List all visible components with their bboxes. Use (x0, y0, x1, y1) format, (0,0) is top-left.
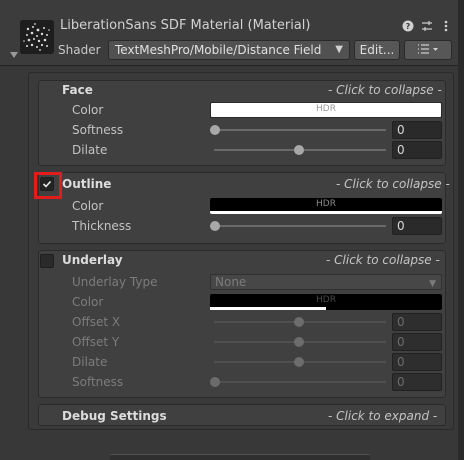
outline-color-label: Color (72, 199, 104, 213)
underlay-dilate-handle[interactable] (294, 357, 304, 367)
underlay-offset-x-handle[interactable] (294, 317, 304, 327)
edit-shader-button[interactable]: Edit... (354, 40, 400, 60)
outline-thickness-input[interactable]: 0 (392, 217, 442, 235)
underlay-type-value: None (215, 275, 247, 289)
face-softness-handle[interactable] (210, 125, 220, 135)
kebab-menu-icon[interactable] (439, 19, 452, 33)
outline-thickness-handle[interactable] (210, 221, 220, 231)
window-edge (458, 0, 464, 460)
face-color-field[interactable]: HDR (210, 102, 442, 118)
underlay-offset-y-input[interactable]: 0 (392, 333, 442, 351)
outline-thickness-track[interactable] (214, 225, 386, 227)
underlay-offset-x-label: Offset X (72, 315, 121, 329)
hdr-label: HDR (316, 199, 336, 209)
underlay-dilate-label: Dilate (72, 355, 108, 369)
underlay-softness-label: Softness (72, 375, 124, 389)
underlay-offset-y-handle[interactable] (294, 337, 304, 347)
face-dilate-input[interactable]: 0 (392, 141, 442, 159)
face-collapse-link[interactable]: - Click to collapse - (328, 83, 442, 97)
shader-label: Shader (58, 43, 101, 57)
highlight-box (34, 172, 62, 199)
list-menu-button[interactable] (404, 40, 452, 60)
underlay-softness-track[interactable] (214, 381, 386, 383)
help-icon[interactable]: ? (402, 19, 415, 33)
header-icons: ? (402, 18, 452, 34)
hdr-label: HDR (316, 104, 336, 114)
shader-value: TextMeshPro/Mobile/Distance Field (115, 43, 322, 57)
chevron-down-icon: ▼ (429, 279, 436, 289)
face-dilate-handle[interactable] (294, 145, 304, 155)
debug-expand-link[interactable]: - Click to expand - (328, 409, 437, 423)
svg-text:?: ? (406, 22, 411, 31)
foldout-arrow-icon[interactable] (10, 52, 18, 58)
face-softness-track[interactable] (214, 129, 386, 131)
face-color-label: Color (72, 103, 104, 117)
underlay-enable-checkbox[interactable] (40, 254, 54, 268)
outline-collapse-link[interactable]: - Click to collapse - (336, 177, 450, 191)
hdr-label: HDR (316, 295, 336, 305)
outline-title[interactable]: Outline (62, 177, 111, 191)
underlay-dilate-input[interactable]: 0 (392, 353, 442, 371)
face-softness-input[interactable]: 0 (392, 121, 442, 139)
underlay-color-label: Color (72, 295, 104, 309)
outline-thickness-label: Thickness (72, 219, 132, 233)
material-title: LiberationSans SDF Material (Material) (60, 18, 311, 33)
debug-title[interactable]: Debug Settings (62, 409, 167, 423)
underlay-offset-x-input[interactable]: 0 (392, 313, 442, 331)
underlay-title[interactable]: Underlay (62, 253, 123, 267)
face-dilate-label: Dilate (72, 143, 108, 157)
chevron-down-icon: ▼ (335, 44, 343, 55)
face-title[interactable]: Face (62, 83, 93, 97)
underlay-offset-y-label: Offset Y (72, 335, 120, 349)
settings-sliders-icon[interactable] (421, 19, 434, 33)
outline-color-field[interactable]: HDR (210, 198, 442, 214)
underlay-alpha-bar (210, 307, 326, 310)
underlay-type-dropdown[interactable]: None ▼ (210, 274, 442, 290)
underlay-softness-handle[interactable] (210, 377, 220, 387)
underlay-collapse-link[interactable]: - Click to collapse - (326, 253, 440, 267)
face-softness-label: Softness (72, 123, 124, 137)
underlay-type-label: Underlay Type (72, 275, 158, 289)
underlay-softness-input[interactable]: 0 (392, 373, 442, 391)
material-preview-icon[interactable] (20, 20, 54, 54)
bottom-tab-strip (110, 454, 370, 460)
shader-dropdown[interactable]: TextMeshPro/Mobile/Distance Field ▼ (108, 40, 350, 60)
